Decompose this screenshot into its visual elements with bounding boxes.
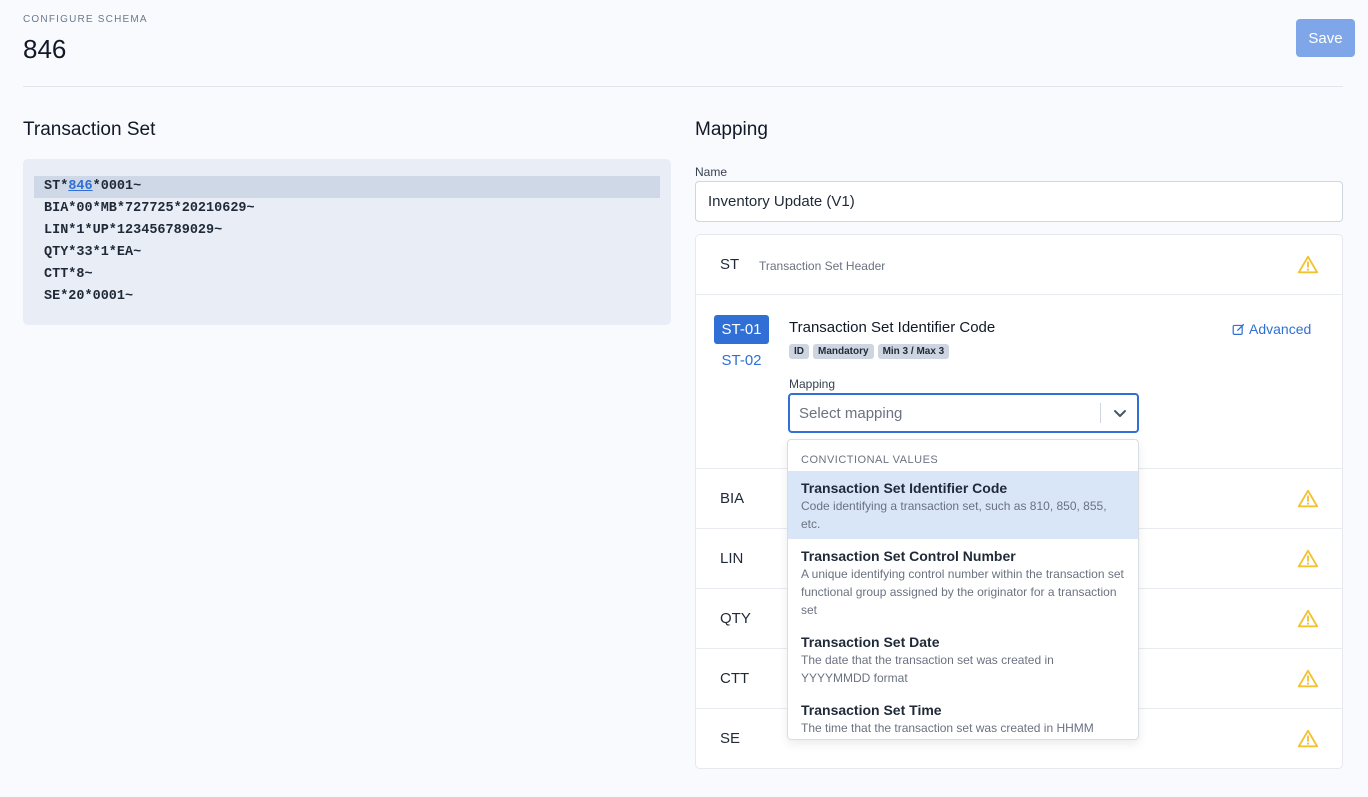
name-label: Name [695, 165, 728, 179]
warning-icon [1297, 549, 1319, 568]
code-line-ctt[interactable]: CTT*8~ [34, 264, 660, 286]
code-text: ST* [44, 179, 69, 194]
transaction-set-title: Transaction Set [23, 119, 156, 140]
warning-icon [1297, 489, 1319, 508]
code-text: *0001~ [92, 179, 142, 194]
mapping-dropdown: CONVICTIONAL VALUES Transaction Set Iden… [787, 439, 1139, 740]
name-input[interactable] [695, 181, 1343, 222]
option-description: A unique identifying control number with… [801, 567, 1124, 617]
chevron-down-icon[interactable] [1112, 405, 1128, 421]
dropdown-option[interactable]: Transaction Set Date The date that the t… [788, 625, 1138, 693]
warning-icon [1297, 255, 1319, 274]
code-highlight[interactable]: 846 [68, 179, 92, 194]
element-title: Transaction Set Identifier Code [789, 319, 996, 336]
option-description: The time that the transaction set was cr… [801, 721, 1094, 735]
element-badges: ID Mandatory Min 3 / Max 3 [789, 344, 950, 359]
segment-code: BIA [720, 490, 745, 507]
badge-type: ID [789, 344, 809, 359]
option-description: Code identifying a transaction set, such… [801, 499, 1107, 531]
mapping-title: Mapping [695, 119, 768, 140]
mapping-select[interactable]: Select mapping [788, 393, 1139, 433]
segment-code: ST [720, 256, 740, 273]
dropdown-option[interactable]: Transaction Set Control Number A unique … [788, 539, 1138, 625]
segment-description: Transaction Set Header [759, 259, 886, 273]
warning-icon [1297, 609, 1319, 628]
dropdown-option[interactable]: Transaction Set Identifier Code Code ide… [788, 471, 1138, 539]
select-placeholder: Select mapping [799, 405, 903, 422]
edit-icon [1232, 323, 1245, 335]
page-title: 846 [23, 34, 67, 64]
dropdown-option[interactable]: Transaction Set Time The time that the t… [788, 693, 1138, 739]
dropdown-group-label: CONVICTIONAL VALUES [801, 454, 939, 466]
code-line-bia[interactable]: BIA*00*MB*727725*20210629~ [34, 198, 660, 220]
badge-requirement: Mandatory [813, 344, 874, 359]
transaction-set-code-box: ST*846*0001~ BIA*00*MB*727725*20210629~ … [23, 159, 671, 325]
segment-code: CTT [720, 670, 750, 687]
tab-st-02[interactable]: ST-02 [714, 346, 769, 375]
mapping-select-label: Mapping [789, 377, 836, 391]
code-line-lin[interactable]: LIN*1*UP*123456789029~ [34, 220, 660, 242]
code-line-qty[interactable]: QTY*33*1*EA~ [34, 242, 660, 264]
option-title: Transaction Set Identifier Code [801, 480, 1008, 496]
option-title: Transaction Set Control Number [801, 548, 1016, 564]
segment-row-st[interactable]: ST Transaction Set Header [696, 235, 1342, 295]
badge-length: Min 3 / Max 3 [877, 344, 950, 359]
header-divider [23, 86, 1343, 87]
warning-icon [1297, 729, 1319, 748]
advanced-link[interactable]: Advanced [1232, 321, 1311, 337]
code-line-st[interactable]: ST*846*0001~ [34, 176, 660, 198]
option-description: The date that the transaction set was cr… [801, 653, 1054, 685]
advanced-label: Advanced [1249, 321, 1312, 337]
tab-st-01[interactable]: ST-01 [714, 315, 769, 344]
select-separator [1100, 403, 1101, 423]
code-line-se[interactable]: SE*20*0001~ [34, 286, 660, 308]
option-title: Transaction Set Time [801, 702, 942, 718]
warning-icon [1297, 669, 1319, 688]
save-button[interactable]: Save [1296, 19, 1355, 57]
segment-code: LIN [720, 550, 744, 567]
option-title: Transaction Set Date [801, 634, 940, 650]
segment-code: QTY [720, 610, 751, 627]
page-eyebrow: CONFIGURE SCHEMA [23, 14, 148, 25]
segment-code: SE [720, 730, 741, 747]
